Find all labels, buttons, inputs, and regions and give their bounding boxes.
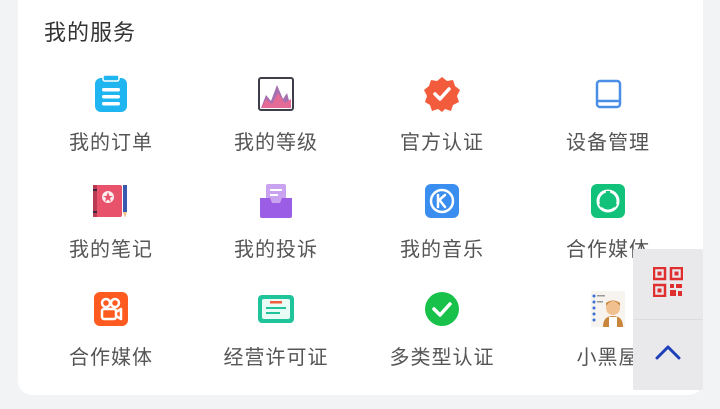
service-label: 经营许可证 — [223, 345, 329, 369]
service-partner-media-2[interactable]: 合作媒体 — [26, 290, 196, 382]
inbox-complaint-icon — [257, 182, 295, 220]
music-k-icon — [423, 182, 461, 220]
service-label: 我的笔记 — [69, 237, 153, 261]
chevron-up-icon[interactable] — [655, 344, 681, 364]
service-my-music[interactable]: 我的音乐 — [357, 182, 527, 274]
service-my-complaints[interactable]: 我的投诉 — [191, 182, 361, 274]
service-official-cert[interactable]: 官方认证 — [357, 75, 527, 167]
service-label: 多类型认证 — [389, 345, 495, 369]
notebook-icon — [92, 182, 130, 220]
service-label: 设备管理 — [566, 130, 650, 154]
service-label: 我的订单 — [69, 130, 153, 154]
service-multi-cert[interactable]: 多类型认证 — [357, 290, 527, 382]
services-grid: 我的订单 我的等级 官方认证 设备管理 我的笔记 我的投诉 我的音乐 合作媒体 … — [18, 0, 703, 395]
verified-badge-icon — [423, 75, 461, 113]
license-card-icon — [257, 290, 295, 328]
services-card: 我的服务 我的订单 我的等级 官方认证 设备管理 我的笔记 我的投诉 我的音乐 … — [18, 0, 703, 395]
service-label: 合作媒体 — [69, 345, 153, 369]
clipboard-icon — [92, 75, 130, 113]
toolbar-divider — [633, 319, 703, 320]
qr-code-icon[interactable] — [652, 266, 684, 301]
service-my-level[interactable]: 我的等级 — [191, 75, 361, 167]
service-my-notes[interactable]: 我的笔记 — [26, 182, 196, 274]
service-my-orders[interactable]: 我的订单 — [26, 75, 196, 167]
check-circle-icon — [423, 290, 461, 328]
service-label: 我的等级 — [234, 130, 318, 154]
service-label: 官方认证 — [400, 130, 484, 154]
service-device-mgmt[interactable]: 设备管理 — [523, 75, 693, 167]
service-label: 小黑屋 — [576, 345, 640, 369]
media-green-icon — [589, 182, 627, 220]
chart-image-icon — [257, 75, 295, 113]
floating-toolbar — [633, 249, 703, 390]
service-label: 我的投诉 — [234, 237, 318, 261]
blacklist-person-icon — [589, 290, 627, 328]
tablet-icon — [589, 75, 627, 113]
service-label: 我的音乐 — [400, 237, 484, 261]
media-orange-icon — [92, 290, 130, 328]
service-business-license[interactable]: 经营许可证 — [191, 290, 361, 382]
